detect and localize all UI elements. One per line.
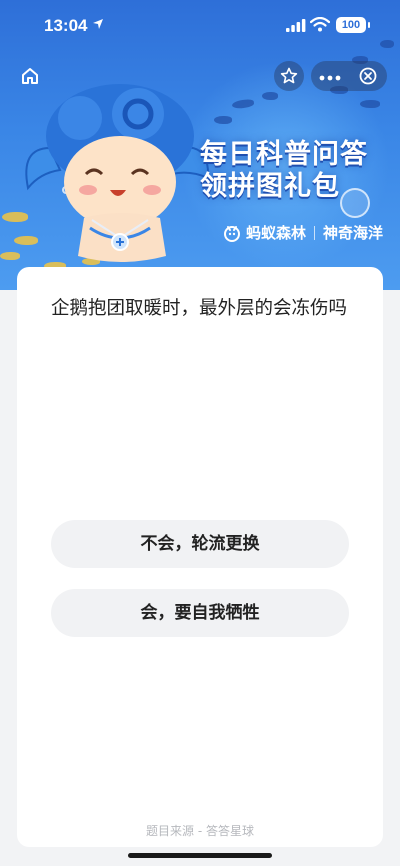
answer-option-no[interactable]: 不会，轮流更换 [51, 520, 349, 568]
answer-option-yes[interactable]: 会，要自我牺牲 [51, 589, 349, 637]
brand-magic-ocean: 神奇海洋 [323, 224, 384, 242]
brand-ant-forest: 蚂蚁森林 [246, 224, 307, 242]
more-icon [319, 75, 341, 81]
mascot-illustration [25, 84, 210, 262]
fish-decoration [262, 92, 278, 100]
status-bar: 13:04 100 [0, 0, 400, 48]
brand-divider [314, 225, 316, 240]
more-button[interactable] [311, 61, 349, 91]
mini-app-capsule [311, 61, 387, 91]
close-button[interactable] [349, 67, 387, 85]
fish-decoration [360, 100, 380, 108]
quiz-question: 企鹅抱团取暖时，最外层的会冻伤吗 [51, 298, 348, 319]
home-icon [22, 68, 38, 84]
banner-title-line2: 领拼图礼包 [200, 171, 340, 202]
bubble-decoration [340, 188, 370, 218]
home-indicator[interactable] [128, 853, 272, 858]
battery-indicator: 100 [336, 17, 370, 33]
wifi-icon [310, 17, 330, 32]
brand-row: 蚂蚁森林 神奇海洋 [222, 222, 383, 243]
star-icon [280, 67, 298, 84]
close-circle-icon [359, 67, 377, 85]
quiz-card: 企鹅抱团取暖时，最外层的会冻伤吗 不会，轮流更换 会，要自我牺牲 题目来源 - … [17, 267, 383, 847]
signal-icon [286, 19, 306, 32]
fish-decoration [0, 252, 20, 260]
ant-forest-icon [224, 225, 240, 242]
location-arrow-icon [93, 19, 103, 29]
favorite-button[interactable] [274, 61, 304, 91]
question-source: 题目来源 - 答答星球 [146, 824, 254, 838]
status-time: 13:04 [44, 16, 88, 35]
home-button[interactable] [16, 62, 44, 90]
